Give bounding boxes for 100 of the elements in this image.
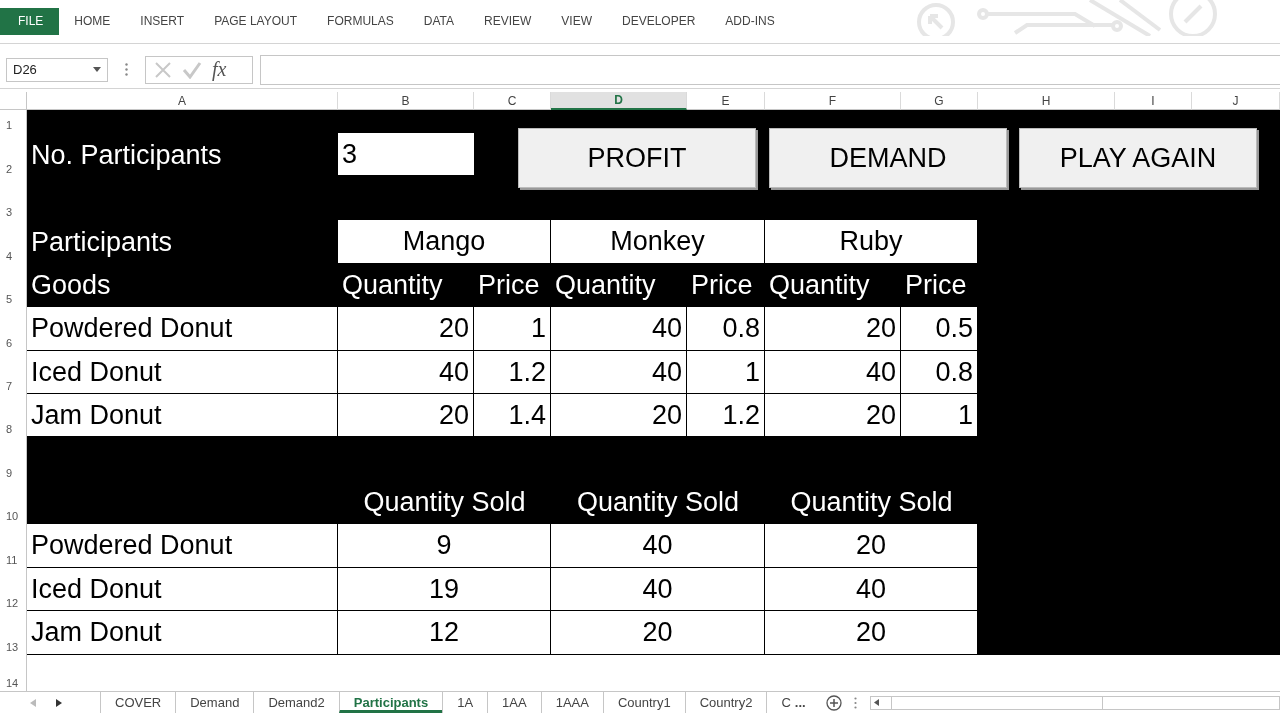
table-cell: 1.4	[474, 394, 551, 437]
sheet-tab[interactable]: 1AAA	[540, 692, 603, 713]
row-header[interactable]: 2	[0, 133, 27, 177]
column-header[interactable]: B	[338, 92, 474, 110]
grip-icon	[125, 63, 128, 76]
table-cell: 19	[338, 568, 551, 611]
scroll-right-icon[interactable]	[56, 698, 62, 707]
sheet-tab[interactable]: Country1	[602, 692, 685, 713]
table-cell: 20	[551, 611, 765, 655]
horizontal-scrollbar[interactable]	[870, 695, 1280, 710]
sheet-tab[interactable]: 1AA	[487, 692, 541, 713]
scroll-left-icon[interactable]	[874, 699, 879, 706]
table-cell: 40	[551, 307, 687, 351]
table-cell: 20	[765, 394, 901, 437]
column-label: Quantity	[768, 269, 871, 302]
participant-name: Ruby	[765, 220, 978, 264]
sheet-tab[interactable]: Demand2	[253, 692, 339, 713]
column-header[interactable]: E	[687, 92, 765, 110]
ribbon-tab[interactable]: REVIEW	[469, 8, 547, 35]
table-cell: 40	[338, 351, 474, 394]
table-cell: 20	[551, 394, 687, 437]
participant-name: Monkey	[551, 220, 765, 264]
sheet-tab[interactable]: 1A	[442, 692, 488, 713]
column-header[interactable]: H	[978, 92, 1115, 110]
table-cell: Powdered Donut	[27, 524, 338, 568]
table-cell: 0.8	[687, 307, 765, 351]
table-cell: 20	[765, 611, 978, 655]
column-header[interactable]: D	[551, 92, 687, 110]
table-cell: 1	[901, 394, 978, 437]
participant-name: Mango	[338, 220, 551, 264]
column-label: Price	[904, 269, 968, 302]
insert-function-button[interactable]: fx	[212, 58, 227, 81]
table-cell: 9	[338, 524, 551, 568]
ribbon-tab[interactable]: ADD-INS	[710, 8, 790, 35]
participants-field[interactable]: 3	[338, 133, 474, 175]
macro-button[interactable]: DEMAND	[769, 128, 1007, 188]
grip-icon	[853, 696, 857, 709]
table-cell: Jam Donut	[27, 611, 338, 655]
column-label: Quantity Sold	[789, 486, 954, 519]
column-label: Quantity Sold	[575, 486, 741, 519]
sheet-tab[interactable]: Demand	[175, 692, 254, 713]
file-tab[interactable]: FILE	[0, 8, 60, 35]
ribbon-tab[interactable]: HOME	[59, 8, 126, 35]
add-sheet-icon[interactable]	[825, 694, 842, 711]
more-tabs-button[interactable]: ...	[794, 695, 806, 710]
table-cell: 20	[765, 307, 901, 351]
column-label: Quantity	[554, 269, 657, 302]
formula-field[interactable]	[260, 54, 1280, 85]
column-header[interactable]: I	[1115, 92, 1192, 110]
row-header[interactable]: 3	[0, 177, 27, 220]
table-cell: 1.2	[474, 351, 551, 394]
ribbon-tab[interactable]: PAGE LAYOUT	[199, 8, 313, 35]
column-header[interactable]: G	[901, 92, 978, 110]
table-cell: 40	[551, 568, 765, 611]
table-cell: 0.8	[901, 351, 978, 394]
table-cell: 40	[551, 524, 765, 568]
row-label: Goods	[30, 269, 112, 302]
macro-button[interactable]: PLAY AGAIN	[1019, 128, 1257, 188]
column-label: Price	[690, 269, 754, 302]
column-header[interactable]: J	[1192, 92, 1280, 110]
name-box[interactable]: D26	[6, 57, 108, 82]
column-header[interactable]: A	[27, 92, 338, 110]
sheet-tab[interactable]: Participants	[338, 692, 443, 713]
table-cell: Iced Donut	[27, 568, 338, 611]
participants-label: No. Participants	[30, 138, 223, 172]
macro-button[interactable]: PROFIT	[518, 128, 756, 188]
ribbon-tab[interactable]: VIEW	[546, 8, 607, 35]
column-label: Quantity	[341, 269, 444, 302]
column-header[interactable]: F	[765, 92, 901, 110]
row-header[interactable]: 10	[0, 481, 27, 524]
table-cell: Powdered Donut	[27, 307, 338, 351]
table-cell: 1	[474, 307, 551, 351]
column-label: Price	[477, 269, 541, 302]
table-cell: 40	[551, 351, 687, 394]
ribbon-tab[interactable]: FORMULAS	[312, 8, 409, 35]
row-header[interactable]: 5	[0, 264, 27, 307]
ribbon-tab[interactable]: DATA	[408, 8, 469, 35]
sheet-tab[interactable]: COVER	[100, 692, 176, 713]
table-cell: Jam Donut	[27, 394, 338, 437]
table-cell: 20	[765, 524, 978, 568]
table-cell: 20	[338, 394, 474, 437]
table-cell: 12	[338, 611, 551, 655]
sheet-tab[interactable]: Country2	[684, 692, 767, 713]
table-cell: 40	[765, 351, 901, 394]
table-cell: Iced Donut	[27, 351, 338, 394]
table-cell: 0.5	[901, 307, 978, 351]
table-cell: 1	[687, 351, 765, 394]
cancel-icon[interactable]	[154, 60, 172, 79]
row-header[interactable]: 1	[0, 110, 27, 133]
row-label: Participants	[30, 225, 174, 259]
table-cell: 20	[338, 307, 474, 351]
table-cell: 40	[765, 568, 978, 611]
column-label: Quantity Sold	[362, 486, 527, 519]
row-header[interactable]: 9	[0, 437, 27, 481]
ribbon-tab[interactable]: DEVELOPER	[607, 8, 711, 35]
row-header[interactable]: 4	[0, 220, 27, 264]
table-cell: 1.2	[687, 394, 765, 437]
ribbon-tab[interactable]: INSERT	[125, 8, 200, 35]
select-all-corner[interactable]	[0, 92, 27, 110]
check-icon[interactable]	[182, 60, 202, 79]
